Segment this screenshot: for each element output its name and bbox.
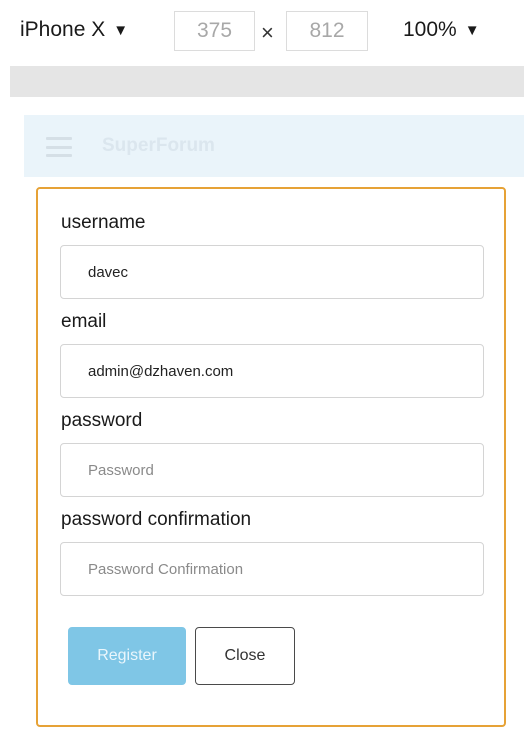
chevron-down-icon: ▼ <box>113 21 129 39</box>
register-button[interactable]: Register <box>68 627 186 685</box>
device-viewport: SuperForum username email password passw… <box>24 115 524 729</box>
password-input[interactable] <box>60 443 484 497</box>
password-confirmation-input[interactable] <box>60 542 484 596</box>
hamburger-menu-icon[interactable] <box>46 137 72 157</box>
device-select[interactable]: iPhone X ▼ <box>20 18 128 42</box>
dimension-separator: × <box>261 20 274 45</box>
viewport-height-input[interactable] <box>286 11 368 51</box>
device-toolbar: iPhone X ▼ × 100% ▼ <box>0 0 524 62</box>
register-modal: username email password password confirm… <box>36 187 506 727</box>
username-input[interactable] <box>60 245 484 299</box>
email-input[interactable] <box>60 344 484 398</box>
device-frame-strip <box>10 66 524 97</box>
username-label: username <box>61 212 146 233</box>
email-label: email <box>61 311 107 332</box>
close-button[interactable]: Close <box>195 627 295 685</box>
chevron-down-icon: ▼ <box>464 21 480 39</box>
brand-title[interactable]: SuperForum <box>102 135 215 157</box>
app-header: SuperForum <box>24 115 524 177</box>
device-name: iPhone X <box>20 18 106 41</box>
password-label: password <box>61 410 143 431</box>
zoom-select[interactable]: 100% ▼ <box>403 18 480 42</box>
viewport-width-input[interactable] <box>174 11 255 51</box>
password-confirmation-label: password confirmation <box>61 509 252 530</box>
zoom-level: 100% <box>403 18 457 41</box>
